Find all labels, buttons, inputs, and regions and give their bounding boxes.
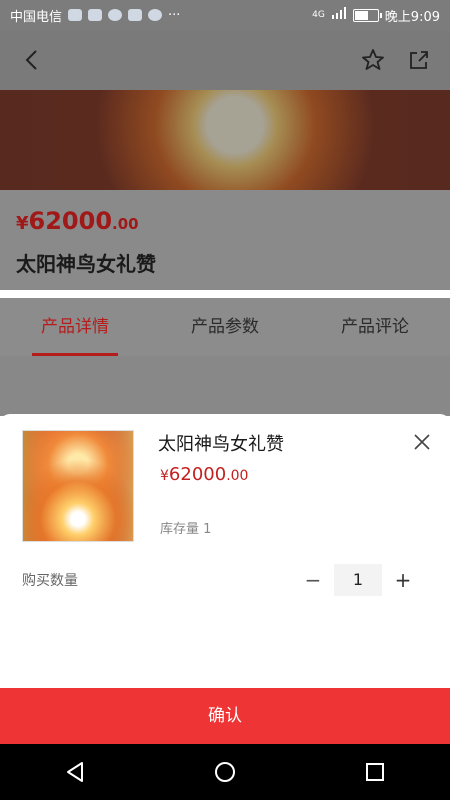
clock: 晚上9:09 — [384, 9, 440, 25]
tab-details[interactable]: 产品详情 — [0, 298, 150, 356]
close-button[interactable] — [412, 432, 432, 452]
quantity-stepper: − 1 + — [302, 564, 414, 596]
share-icon — [410, 51, 428, 69]
status-right: 4G 晚上9:09 — [312, 6, 440, 25]
nav-back-icon — [67, 762, 83, 782]
price-decimal: .00 — [112, 215, 139, 233]
app-notification-icon — [88, 9, 103, 21]
nav-recent-icon — [366, 763, 384, 781]
quantity-input[interactable]: 1 — [334, 564, 382, 596]
tab-reviews[interactable]: 产品评论 — [300, 298, 450, 356]
product-thumbnail — [22, 430, 134, 542]
battery-icon — [352, 8, 382, 22]
system-nav-bar — [0, 744, 450, 800]
star-icon — [362, 49, 384, 70]
wechat-icon — [68, 9, 83, 21]
sheet-price-integer: 62000 — [168, 464, 227, 485]
carrier-label: 中国电信 — [10, 9, 63, 25]
sheet-currency: ¥ — [160, 468, 169, 484]
more-indicator: ··· — [168, 7, 181, 23]
status-bar: 中国电信 ··· 4G 晚上9:09 — [0, 0, 450, 30]
browser-icon — [108, 9, 123, 21]
back-button[interactable] — [16, 45, 46, 75]
sheet-price-decimal: .00 — [226, 468, 249, 484]
currency-symbol: ¥ — [16, 213, 29, 234]
quantity-label: 购买数量 — [22, 573, 78, 589]
nav-back-button[interactable] — [63, 760, 87, 784]
nav-home-icon — [215, 762, 235, 782]
back-arrow-icon — [25, 50, 37, 70]
stock-label: 库存量 1 — [160, 522, 212, 537]
signal-icon — [331, 7, 347, 23]
confirm-button[interactable]: 确认 — [0, 688, 450, 744]
qq-icon — [128, 9, 143, 21]
decrease-button[interactable]: − — [302, 569, 324, 591]
product-price: ¥62000.00 — [16, 207, 139, 235]
status-left: 中国电信 ··· — [10, 6, 180, 25]
sheet-title: 太阳神鸟女礼赞 — [158, 434, 284, 455]
top-bar — [0, 30, 450, 90]
tab-params[interactable]: 产品参数 — [150, 298, 300, 356]
detail-content — [0, 356, 450, 416]
app-icon — [148, 9, 163, 21]
detail-tabs: 产品详情 产品参数 产品评论 — [0, 298, 450, 356]
favorite-button[interactable] — [358, 45, 388, 75]
product-title: 太阳神鸟女礼赞 — [16, 252, 156, 276]
nav-recent-button[interactable] — [363, 760, 387, 784]
network-label: 4G — [312, 10, 325, 20]
price-integer: 62000 — [28, 207, 113, 235]
sheet-price: ¥62000.00 — [160, 464, 248, 485]
share-button[interactable] — [404, 45, 434, 75]
close-icon — [414, 434, 430, 450]
increase-button[interactable]: + — [392, 569, 414, 591]
nav-home-button[interactable] — [213, 760, 237, 784]
